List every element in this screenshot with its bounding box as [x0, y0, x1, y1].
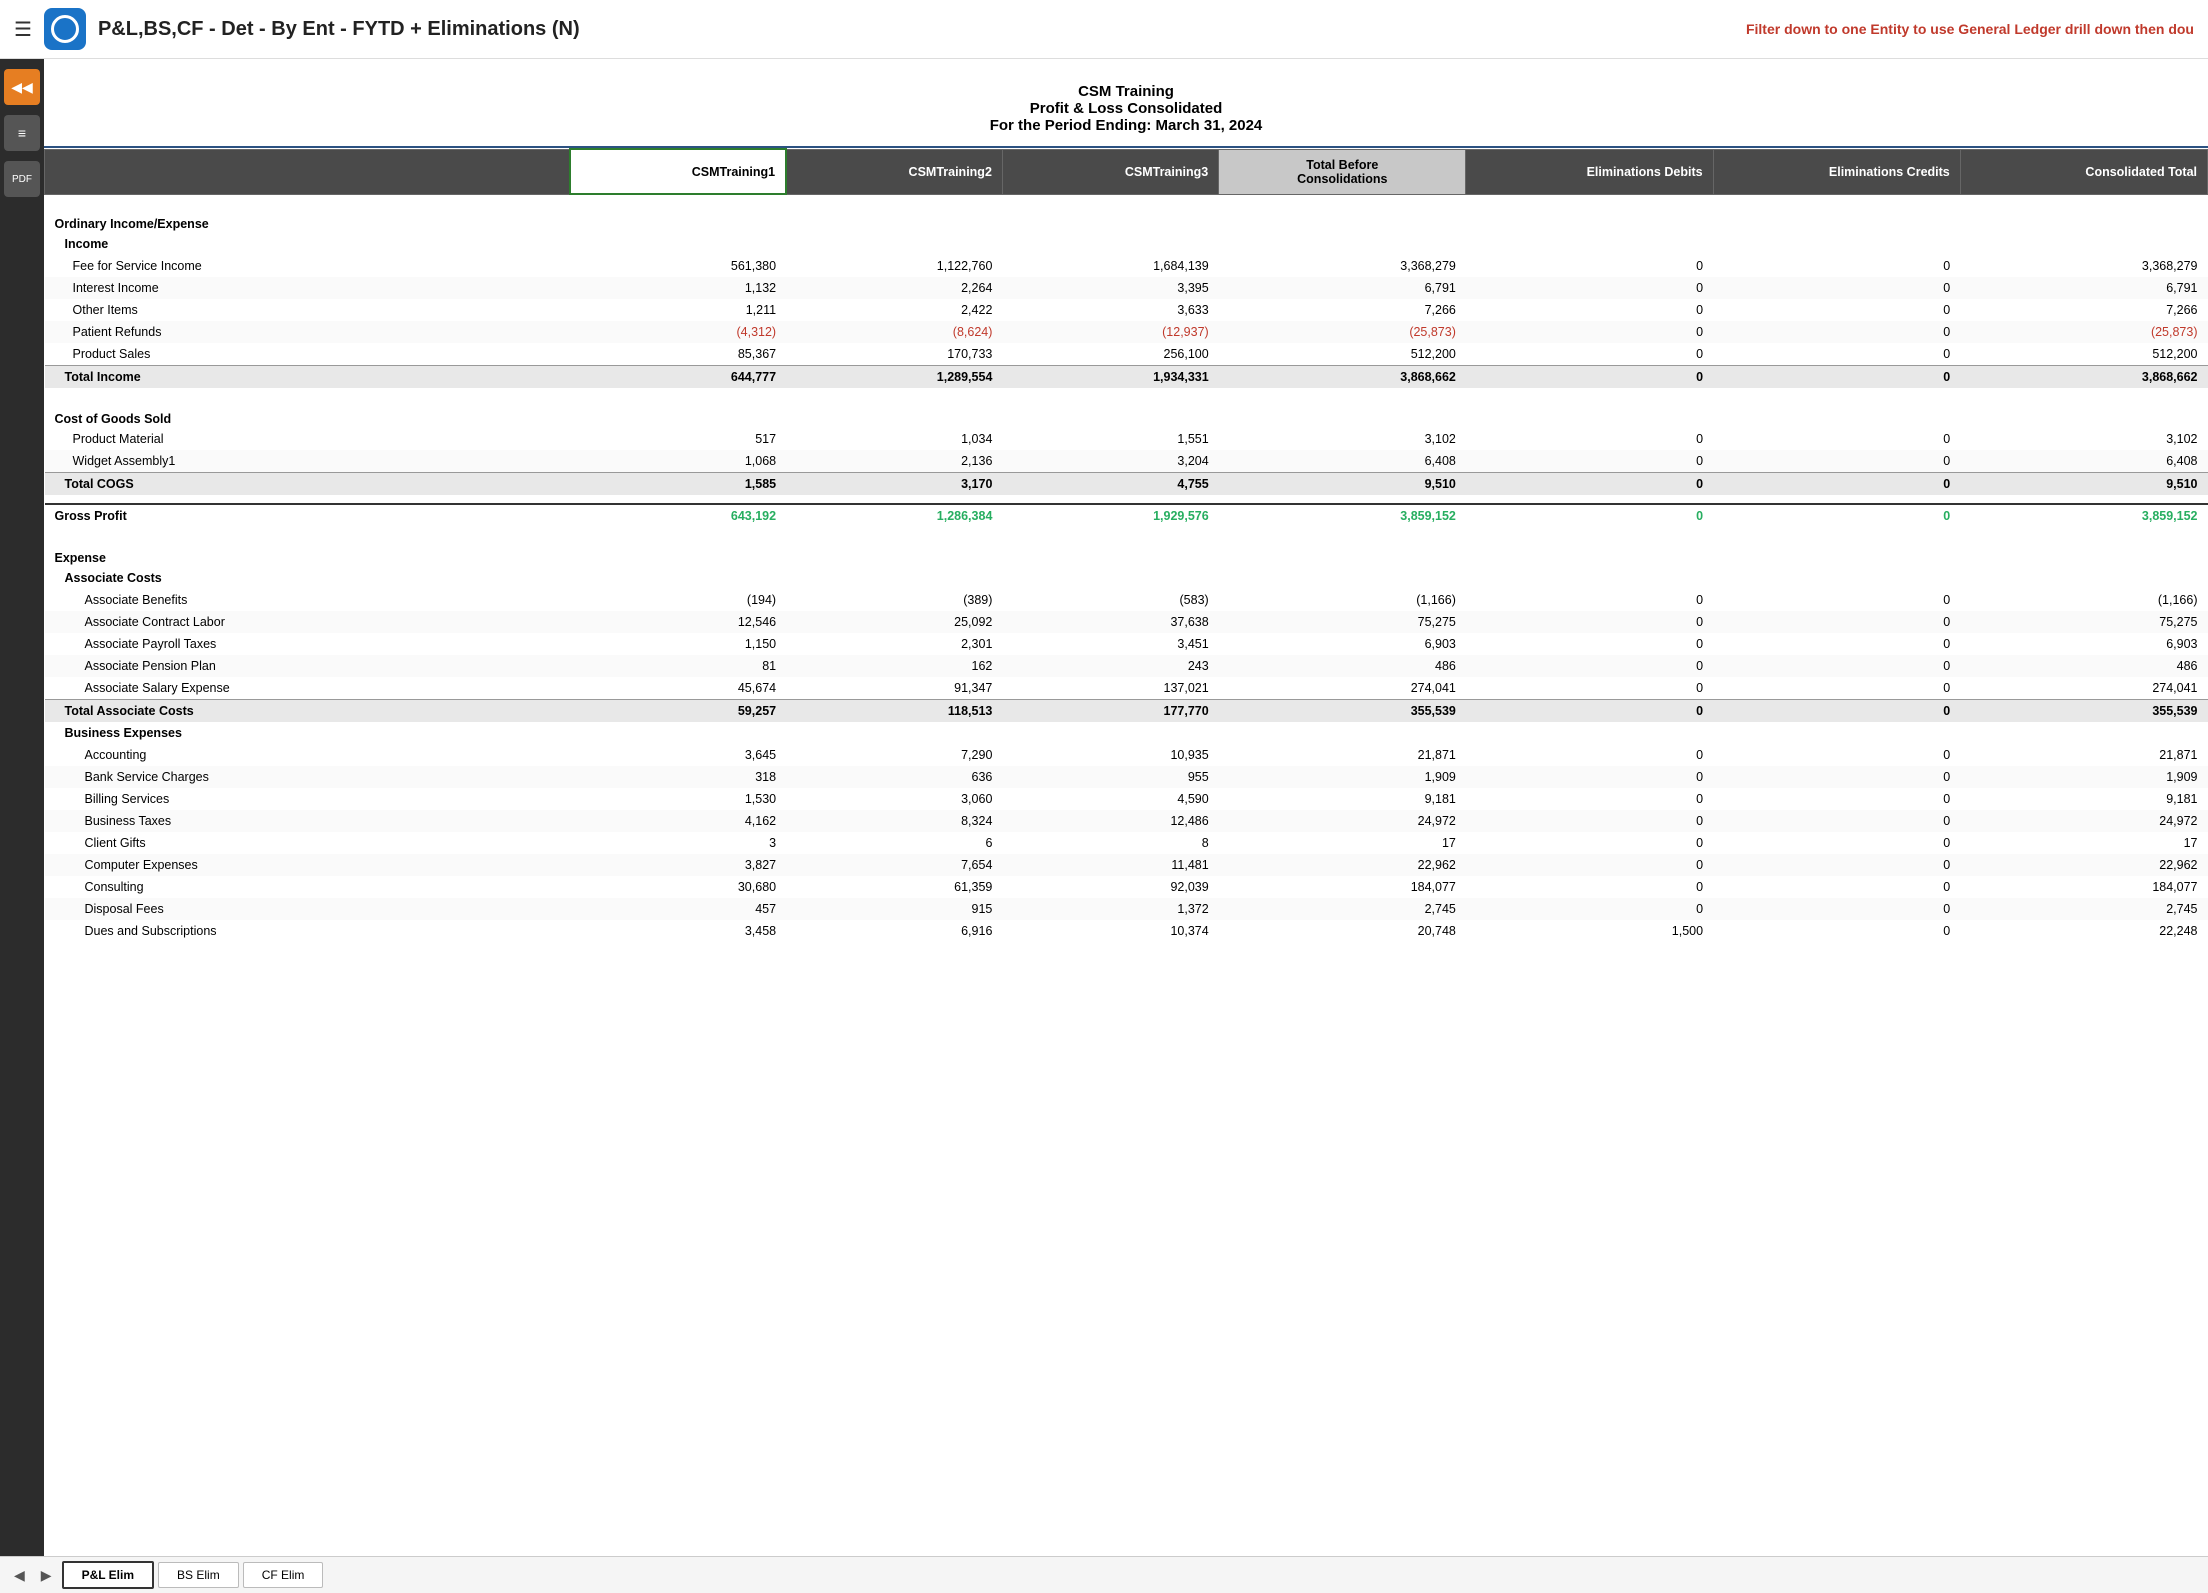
table-row: Accounting 3,645 7,290 10,935 21,871 0 0…	[45, 744, 2208, 766]
row-c5: 0	[1466, 255, 1713, 277]
row-label: Patient Refunds	[45, 321, 570, 343]
row-c7: 3,368,279	[1960, 255, 2207, 277]
tab-pl-elim[interactable]: P&L Elim	[62, 1561, 154, 1589]
row-label: Interest Income	[45, 277, 570, 299]
tab-next-arrow[interactable]: ▶	[35, 1565, 58, 1586]
total-cogs-row: Total COGS 1,585 3,170 4,755 9,510 0 0 9…	[45, 473, 2208, 496]
table-row: Bank Service Charges 318 636 955 1,909 0…	[45, 766, 2208, 788]
associate-costs-header: Associate Costs	[45, 567, 2208, 589]
table-row: Billing Services 1,530 3,060 4,590 9,181…	[45, 788, 2208, 810]
ordinary-income-header: Ordinary Income/Expense	[45, 203, 2208, 233]
table-row: Patient Refunds (4,312) (8,624) (12,937)…	[45, 321, 2208, 343]
col6-header: Eliminations Credits	[1713, 149, 1960, 194]
table-row: Associate Payroll Taxes 1,150 2,301 3,45…	[45, 633, 2208, 655]
page-title: P&L,BS,CF - Det - By Ent - FYTD + Elimin…	[98, 18, 1734, 41]
filter-entity: Entity	[1870, 21, 1909, 37]
table-row: Product Sales 85,367 170,733 256,100 512…	[45, 343, 2208, 366]
row-label: Other Items	[45, 299, 570, 321]
table-row: Fee for Service Income 561,380 1,122,760…	[45, 255, 2208, 277]
header-filter: Filter down to one Entity to use General…	[1746, 21, 2194, 37]
header-bar: ☰ P&L,BS,CF - Det - By Ent - FYTD + Elim…	[0, 0, 2208, 59]
cogs-header: Cost of Goods Sold	[45, 398, 2208, 428]
col1-header: CSMTraining1	[570, 149, 786, 194]
column-header-row: CSMTraining1 CSMTraining2 CSMTraining3 T…	[45, 149, 2208, 194]
table-row: Disposal Fees 457 915 1,372 2,745 0 0 2,…	[45, 898, 2208, 920]
bottom-tabs: ◀ ▶ P&L Elim BS Elim CF Elim	[0, 1556, 2208, 1593]
table-row: Product Material 517 1,034 1,551 3,102 0…	[45, 428, 2208, 450]
main-content: ◀◀ ≡ PDF CSM Training Profit & Loss Cons…	[0, 59, 2208, 1556]
col7-header: Consolidated Total	[1960, 149, 2207, 194]
gross-profit-row: Gross Profit 643,192 1,286,384 1,929,576…	[45, 504, 2208, 527]
logo-icon	[51, 15, 79, 43]
table-row: Consulting 30,680 61,359 92,039 184,077 …	[45, 876, 2208, 898]
table-row: Dues and Subscriptions 3,458 6,916 10,37…	[45, 920, 2208, 942]
tab-cf-elim[interactable]: CF Elim	[243, 1562, 324, 1588]
table-row: Other Items 1,211 2,422 3,633 7,266 0 0 …	[45, 299, 2208, 321]
row-c3: 1,684,139	[1002, 255, 1218, 277]
app-container: ☰ P&L,BS,CF - Det - By Ent - FYTD + Elim…	[0, 0, 2208, 1593]
hamburger-icon[interactable]: ☰	[14, 17, 32, 42]
expense-header: Expense	[45, 537, 2208, 567]
table-row: Client Gifts 3 6 8 17 0 0 17	[45, 832, 2208, 854]
row-label: Fee for Service Income	[45, 255, 570, 277]
table-row: Computer Expenses 3,827 7,654 11,481 22,…	[45, 854, 2208, 876]
report-period: For the Period Ending: March 31, 2024	[64, 117, 2188, 134]
total-associate-row: Total Associate Costs 59,257 118,513 177…	[45, 700, 2208, 723]
logo-box	[44, 8, 86, 50]
report-title: Profit & Loss Consolidated	[64, 100, 2188, 117]
row-c6: 0	[1713, 255, 1960, 277]
col2-header: CSMTraining2	[786, 149, 1002, 194]
report-table: CSMTraining1 CSMTraining2 CSMTraining3 T…	[44, 148, 2208, 942]
business-expenses-header: Business Expenses	[45, 722, 2208, 744]
col5-header: Eliminations Debits	[1466, 149, 1713, 194]
filter-suffix: to use General Ledger drill down then do…	[1909, 21, 2194, 37]
table-row: Associate Salary Expense 45,674 91,347 1…	[45, 677, 2208, 700]
report-header: CSM Training Profit & Loss Consolidated …	[44, 59, 2208, 148]
income-header: Income	[45, 233, 2208, 255]
label-col-header	[45, 149, 570, 194]
row-c1: 561,380	[570, 255, 786, 277]
tab-bs-elim[interactable]: BS Elim	[158, 1562, 239, 1588]
col4-header: Total Before Consolidations	[1219, 149, 1466, 194]
sidebar-rewind-button[interactable]: ◀◀	[4, 69, 40, 105]
row-c2: 1,122,760	[786, 255, 1002, 277]
table-row: Widget Assembly1 1,068 2,136 3,204 6,408…	[45, 450, 2208, 473]
filter-text: Filter down to one	[1746, 21, 1870, 37]
table-row: Associate Benefits (194) (389) (583) (1,…	[45, 589, 2208, 611]
sidebar-menu-button[interactable]: ≡	[4, 115, 40, 151]
table-row: Interest Income 1,132 2,264 3,395 6,791 …	[45, 277, 2208, 299]
left-sidebar: ◀◀ ≡ PDF	[0, 59, 44, 1556]
table-row: Business Taxes 4,162 8,324 12,486 24,972…	[45, 810, 2208, 832]
tab-prev-arrow[interactable]: ◀	[8, 1565, 31, 1586]
row-c4: 3,368,279	[1219, 255, 1466, 277]
row-label: Product Sales	[45, 343, 570, 366]
company-name: CSM Training	[64, 83, 2188, 100]
col3-header: CSMTraining3	[1002, 149, 1218, 194]
table-row: Associate Contract Labor 12,546 25,092 3…	[45, 611, 2208, 633]
table-row: Associate Pension Plan 81 162 243 486 0 …	[45, 655, 2208, 677]
report-area[interactable]: CSM Training Profit & Loss Consolidated …	[44, 59, 2208, 1556]
sidebar-pdf-button[interactable]: PDF	[4, 161, 40, 197]
total-income-row: Total Income 644,777 1,289,554 1,934,331…	[45, 366, 2208, 389]
